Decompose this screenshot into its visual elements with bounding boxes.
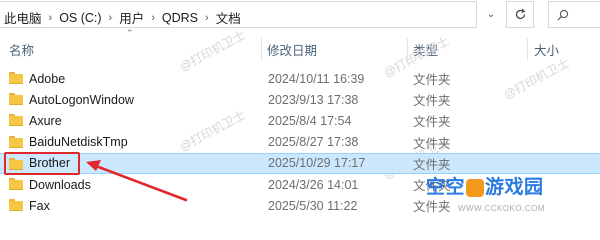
file-name: Axure xyxy=(29,113,62,128)
file-type: 文件夹 xyxy=(413,200,451,215)
list-item-selected[interactable]: Brother 2025/10/29 17:17 文件夹 xyxy=(0,152,600,174)
list-item[interactable]: AutoLogonWindow 2023/9/13 17:38 文件夹 xyxy=(0,89,600,110)
column-header-date[interactable]: 修改日期 xyxy=(267,36,317,62)
file-name: AutoLogonWindow xyxy=(29,92,134,107)
folder-icon xyxy=(9,135,23,148)
file-date: 2024/3/26 14:01 xyxy=(268,177,359,192)
file-date: 2025/8/27 17:38 xyxy=(268,135,359,150)
brand-text: 空空 xyxy=(426,176,466,198)
chevron-right-icon[interactable]: › xyxy=(205,12,209,24)
folder-icon xyxy=(9,72,23,84)
file-type: 文件夹 xyxy=(413,115,451,130)
file-type: 文件夹 xyxy=(413,94,451,109)
list-item[interactable]: Adobe 2024/10/11 16:39 文件夹 xyxy=(0,68,600,89)
chevron-down-icon: ⌄ xyxy=(486,9,496,20)
list-item[interactable]: Axure 2025/8/4 17:54 文件夹 xyxy=(0,110,600,131)
refresh-button[interactable] xyxy=(506,1,534,28)
file-type: 文件夹 xyxy=(413,136,451,151)
folder-icon xyxy=(9,93,23,106)
chevron-right-icon[interactable]: › xyxy=(49,12,53,24)
file-date: 2025/5/30 11:22 xyxy=(268,198,358,213)
address-history-dropdown[interactable]: ⌄ xyxy=(480,1,502,28)
brand-logo: 空空 游戏园 xyxy=(426,172,544,199)
column-divider[interactable] xyxy=(527,38,528,60)
folder-icon xyxy=(9,114,23,127)
brand-text: 游戏园 xyxy=(485,176,544,198)
breadcrumb: 此电脑 › OS (C:) › 用户 › QDRS › 文档 xyxy=(4,8,241,27)
breadcrumb-item-this-pc[interactable]: 此电脑 xyxy=(4,8,42,27)
column-divider[interactable] xyxy=(261,38,262,60)
file-type: 文件夹 xyxy=(413,157,451,172)
address-bar[interactable]: 此电脑 › OS (C:) › 用户 › QDRS › 文档 xyxy=(0,1,477,28)
file-name: Adobe xyxy=(29,71,66,86)
file-date: 2025/8/4 17:54 xyxy=(268,113,352,128)
file-date: 2025/10/29 17:17 xyxy=(268,156,366,171)
file-type: 文件夹 xyxy=(413,73,451,88)
file-name: BaiduNetdiskTmp xyxy=(29,135,128,150)
brand-mark-icon xyxy=(466,178,485,197)
breadcrumb-item-user[interactable]: QDRS xyxy=(162,11,198,25)
chevron-right-icon[interactable]: › xyxy=(151,12,155,24)
breadcrumb-item-documents[interactable]: 文档 xyxy=(216,8,241,27)
file-name: Downloads xyxy=(29,177,91,192)
refresh-icon xyxy=(515,8,525,20)
address-toolbar: 此电脑 › OS (C:) › 用户 › QDRS › 文档 ⌄ xyxy=(0,0,600,30)
folder-icon xyxy=(9,177,23,190)
file-name: Fax xyxy=(29,198,50,213)
highlight-box xyxy=(4,152,80,175)
search-input[interactable] xyxy=(548,1,600,28)
folder-icon xyxy=(9,199,23,212)
file-date: 2023/9/13 17:38 xyxy=(268,92,359,107)
breadcrumb-item-drive[interactable]: OS (C:) xyxy=(59,11,101,25)
file-date: 2024/10/11 16:39 xyxy=(268,71,365,86)
breadcrumb-item-users[interactable]: 用户 xyxy=(119,8,144,27)
list-item[interactable]: BaiduNetdiskTmp 2025/8/27 17:38 文件夹 xyxy=(0,132,600,153)
chevron-right-icon[interactable]: › xyxy=(109,12,113,24)
search-icon xyxy=(557,9,569,20)
brand-url: WWW.CCKOKO.COM xyxy=(458,204,545,213)
